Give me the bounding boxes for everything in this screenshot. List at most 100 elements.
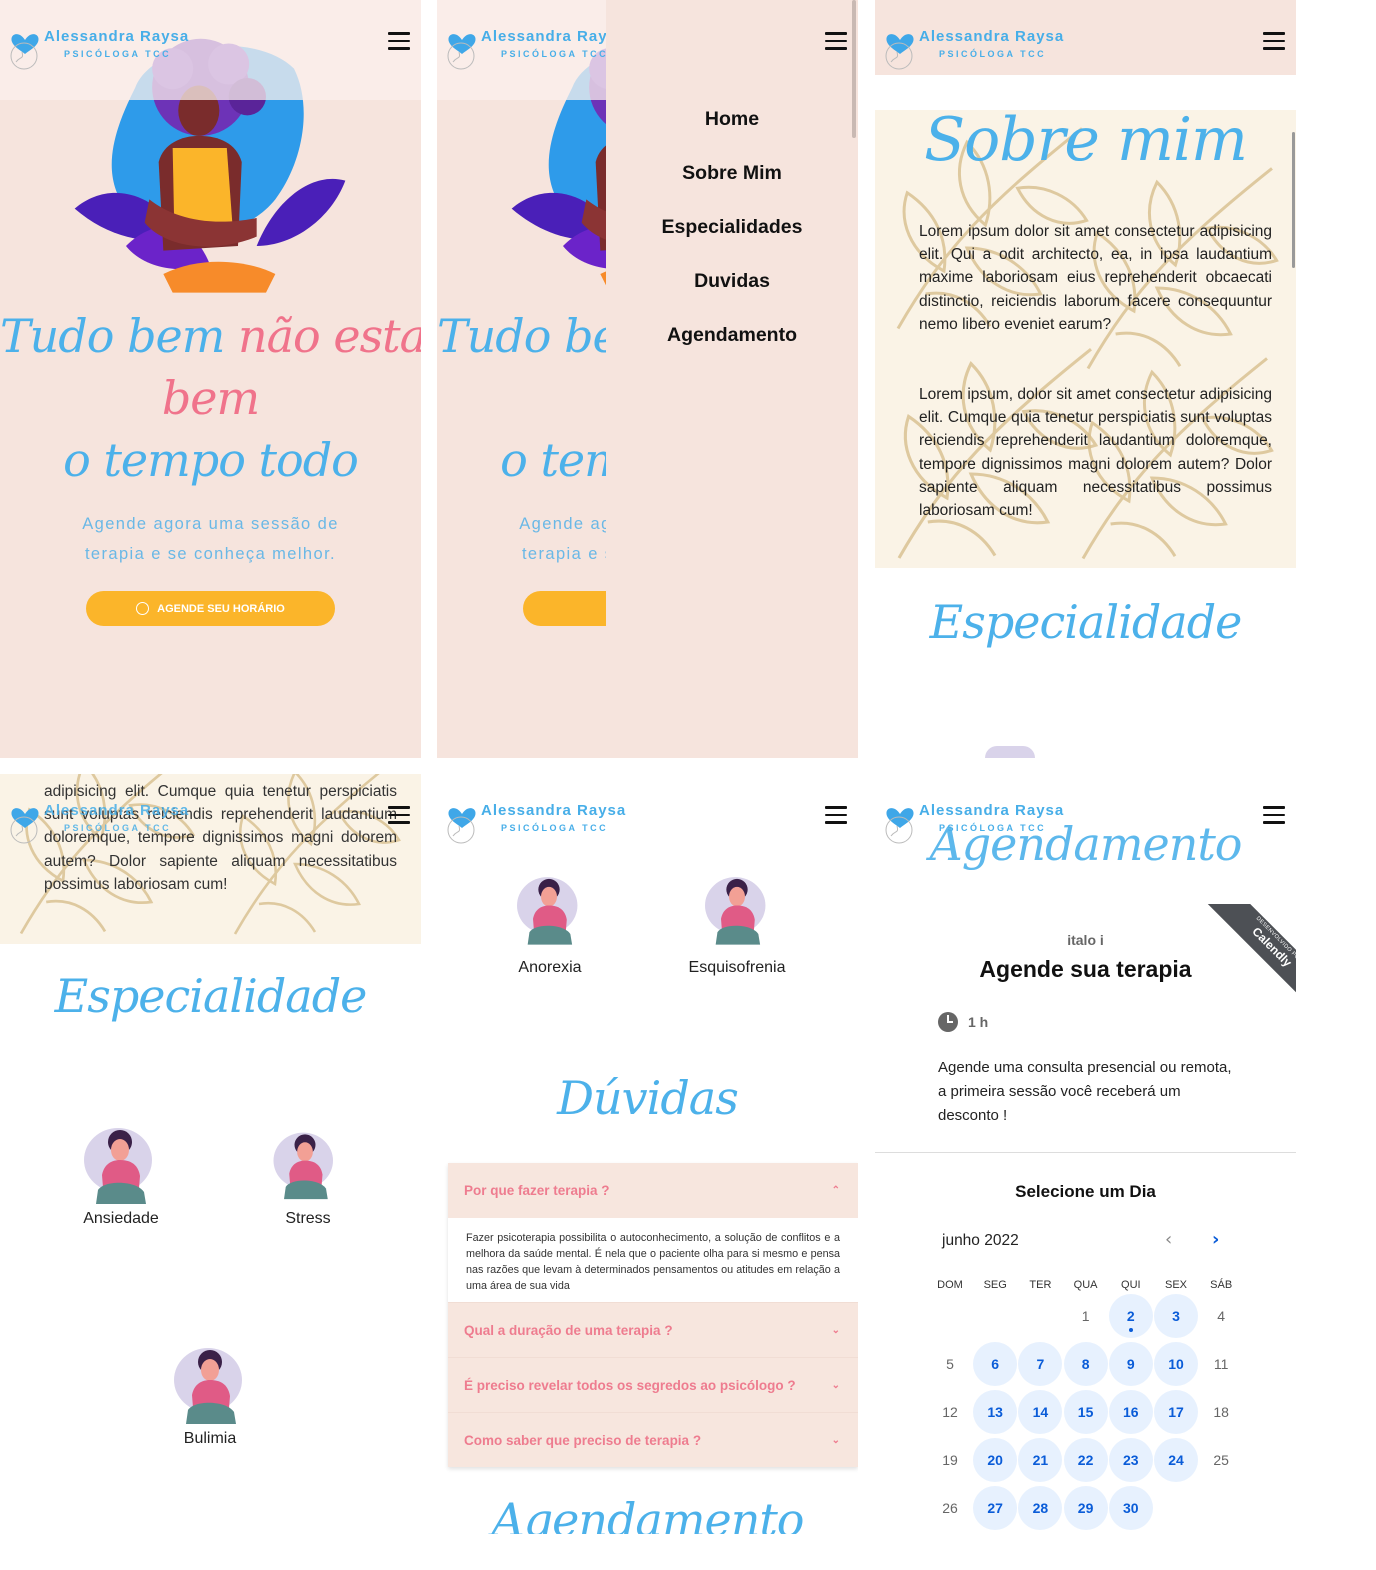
calendar-day-7[interactable]: 7	[1018, 1342, 1063, 1386]
calendar-day-1: 1	[1081, 1308, 1090, 1324]
faq-question-1[interactable]: Por que fazer terapia ? ⌃	[448, 1163, 858, 1218]
whatsapp-icon	[136, 602, 150, 615]
chevron-down-icon: ⌄	[831, 1434, 840, 1446]
calendar-day-11: 11	[1213, 1356, 1229, 1372]
nav-drawer: Home Sobre Mim Especialidades Duvidas Ag…	[606, 0, 858, 758]
nav-item-sobre-mim[interactable]: Sobre Mim	[606, 146, 858, 200]
nav-item-duvidas[interactable]: Duvidas	[606, 254, 858, 308]
bulimia-illustration	[170, 1340, 250, 1430]
about-paragraph-2: Lorem ipsum, dolor sit amet consectetur …	[919, 386, 1272, 520]
chevron-down-icon: ⌄	[831, 1324, 840, 1336]
nav-item-especialidades[interactable]: Especialidades	[606, 200, 858, 254]
chevron-down-icon: ⌄	[831, 1379, 840, 1391]
calendar-day-2[interactable]: 2	[1108, 1294, 1153, 1338]
hamburger-menu-icon[interactable]	[825, 32, 847, 50]
brand-name[interactable]: Alessandra Raysa	[44, 28, 189, 45]
anxiety-illustration	[80, 1120, 160, 1210]
weekday-sex: SEX	[1164, 1279, 1187, 1291]
calendar-day-16[interactable]: 16	[1108, 1390, 1153, 1434]
calendar-day-30[interactable]: 30	[1108, 1486, 1153, 1530]
brand-subtitle: PSICÓLOGA TCC	[501, 823, 609, 833]
hero-title-line3: o tempo todo	[63, 433, 359, 487]
panel-about: Alessandra Raysa PSICÓLOGA TCC Sobre mim…	[875, 0, 1296, 758]
weekday-qua: QUA	[1073, 1279, 1098, 1291]
calendar-day-29[interactable]: 29	[1063, 1486, 1108, 1530]
calendar-day-23[interactable]: 23	[1108, 1438, 1153, 1482]
calendar-day-25: 25	[1213, 1452, 1229, 1468]
nav-list: Home Sobre Mim Especialidades Duvidas Ag…	[606, 92, 858, 362]
hero-title-part1: Tudo bem	[0, 309, 225, 363]
brand-subtitle: PSICÓLOGA TCC	[64, 49, 172, 59]
calendar-day-27[interactable]: 27	[973, 1486, 1018, 1530]
site-header: Alessandra Raysa PSICÓLOGA TCC	[0, 0, 421, 100]
specialty-title: Especialidade	[929, 595, 1243, 649]
chevron-up-icon: ⌃	[831, 1185, 840, 1196]
calendar-day-20[interactable]: 20	[973, 1438, 1018, 1482]
weekday-qui: QUI	[1121, 1279, 1141, 1291]
calendar-day-24[interactable]: 24	[1154, 1438, 1198, 1482]
panel-booking: Alessandra Raysa PSICÓLOGA TCC Agendamen…	[875, 774, 1296, 1534]
calendar-day-26: 26	[942, 1500, 958, 1516]
hamburger-menu-icon[interactable]	[825, 806, 847, 824]
weekday-dom: DOM	[937, 1279, 963, 1291]
schedule-cta-button[interactable]: AGENDE SEU HORÁRIO	[86, 591, 335, 626]
about-title: Sobre mim	[924, 105, 1248, 175]
calendar-day-22[interactable]: 22	[1063, 1438, 1108, 1482]
faq-question-4[interactable]: Como saber que preciso de terapia ? ⌄	[448, 1412, 858, 1467]
specialty-stress[interactable]: Stress	[228, 1210, 388, 1228]
nav-item-agendamento[interactable]: Agendamento	[606, 308, 858, 362]
booking-title: Agendamento	[929, 817, 1242, 871]
hamburger-menu-icon[interactable]	[388, 32, 410, 50]
logo-icon[interactable]	[445, 26, 479, 70]
faq-question-2[interactable]: Qual a duração de uma terapia ? ⌄	[448, 1302, 858, 1357]
brand-subtitle: PSICÓLOGA TCC	[501, 49, 609, 59]
specialty-schizophrenia[interactable]: Esquisofrenia	[647, 959, 827, 977]
calendar-day-17[interactable]: 17	[1154, 1390, 1198, 1434]
panel-menu-open: Alessandra Raysa PSICÓLOGA TCC Tudo bem …	[437, 0, 858, 758]
calendar-day-14[interactable]: 14	[1018, 1390, 1063, 1434]
faq-title: Dúvidas	[557, 1071, 739, 1125]
logo-icon[interactable]	[8, 800, 42, 844]
calendar-day-18: 18	[1213, 1404, 1229, 1420]
brand-name[interactable]: Alessandra Raysa	[481, 802, 626, 819]
calendar-day-13[interactable]: 13	[973, 1390, 1018, 1434]
today-dot	[1128, 1328, 1133, 1332]
hamburger-menu-icon[interactable]	[1263, 32, 1285, 50]
calendar-day-10[interactable]: 10	[1154, 1342, 1198, 1386]
calendar-day-8[interactable]: 8	[1063, 1342, 1108, 1386]
calendar-day-6[interactable]: 6	[973, 1342, 1018, 1386]
logo-icon[interactable]	[883, 26, 917, 70]
specialty-anxiety[interactable]: Ansiedade	[41, 1210, 201, 1228]
hero-title-line2: bem	[161, 371, 260, 425]
schizophrenia-illustration	[701, 870, 773, 950]
brand-subtitle: PSICÓLOGA TCC	[939, 49, 1047, 59]
calendar-day-21[interactable]: 21	[1018, 1438, 1063, 1482]
booking-title-preview: Agendamento	[491, 1493, 804, 1534]
calendar-day-28[interactable]: 28	[1018, 1486, 1063, 1530]
faq-question-2-text: Qual a duração de uma terapia ?	[464, 1322, 673, 1338]
calendar-day-15[interactable]: 15	[1063, 1390, 1108, 1434]
calendar-day-3[interactable]: 3	[1154, 1294, 1198, 1338]
brand-name[interactable]: Alessandra Raysa	[44, 802, 189, 819]
stress-illustration	[270, 1120, 340, 1210]
calendar-day-12: 12	[942, 1404, 958, 1420]
weekday-seg: SEG	[983, 1279, 1007, 1291]
nav-item-home[interactable]: Home	[606, 92, 858, 146]
hamburger-menu-icon[interactable]	[388, 806, 410, 824]
brand-subtitle: PSICÓLOGA TCC	[64, 823, 172, 833]
hero-title-part2: não estar	[237, 309, 421, 363]
brand-name[interactable]: Alessandra Raysa	[919, 28, 1064, 45]
specialty-anorexia[interactable]: Anorexia	[470, 959, 630, 977]
faq-question-4-text: Como saber que preciso de terapia ?	[464, 1432, 702, 1448]
brand-name[interactable]: Alessandra Raysa	[481, 28, 626, 45]
panel-specialties: adipisicing elit. Cumque quia tenetur pe…	[0, 774, 421, 1534]
logo-icon[interactable]	[8, 26, 42, 70]
specialty-title: Especialidade	[54, 969, 368, 1023]
calendar-day-9[interactable]: 9	[1108, 1342, 1153, 1386]
specialty-preview	[985, 746, 1035, 758]
faq-question-3[interactable]: É preciso revelar todos os segredos ao p…	[448, 1357, 858, 1412]
panel-home: Alessandra Raysa PSICÓLOGA TCC Tudo bem …	[0, 0, 421, 758]
specialty-bulimia[interactable]: Bulimia	[130, 1430, 290, 1448]
logo-icon[interactable]	[445, 800, 479, 844]
calendar-day-19: 19	[942, 1452, 958, 1468]
